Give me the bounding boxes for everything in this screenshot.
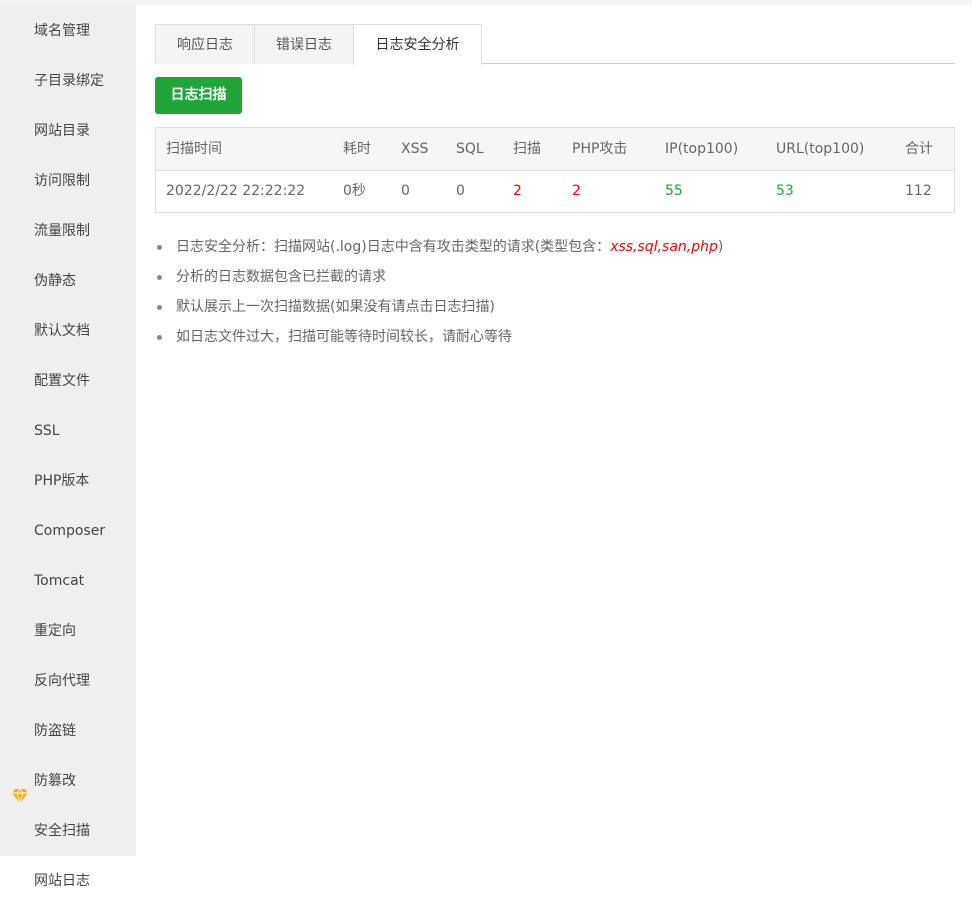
- sidebar-item-label: 网站目录: [34, 123, 90, 139]
- sidebar-item-label: 伪静态: [34, 273, 76, 289]
- scan-results-table: 扫描时间 耗时 XSS SQL 扫描 PHP攻击 IP(top100) URL(…: [155, 127, 955, 213]
- log-scan-button[interactable]: 日志扫描: [155, 77, 242, 114]
- header-xss: XSS: [401, 141, 429, 157]
- bullet-icon: [157, 275, 162, 280]
- sidebar-item-redirect[interactable]: 重定向: [0, 606, 136, 656]
- cell-url-top100[interactable]: 53: [776, 171, 794, 212]
- sidebar-item-traffic-limit[interactable]: 流量限制: [0, 206, 136, 256]
- table-row: 2022/2/22 22:22:22 0秒 0 0 2 2 55 53 112: [156, 171, 954, 212]
- header-scan-time: 扫描时间: [166, 141, 222, 157]
- cell-sql: 0: [456, 183, 465, 199]
- top-border: [0, 0, 972, 5]
- sidebar-item-config-file[interactable]: 配置文件: [0, 356, 136, 406]
- sidebar-item-label: Tomcat: [34, 573, 85, 589]
- header-sql: SQL: [456, 141, 484, 157]
- sidebar-item-label: 重定向: [34, 623, 76, 639]
- note-item: 默认展示上一次扫描数据(如果没有请点击日志扫描): [155, 292, 955, 322]
- sidebar-item-label: 反向代理: [34, 673, 90, 689]
- sidebar-item-rewrite[interactable]: 伪静态: [0, 256, 136, 306]
- sidebar-item-label: 域名管理: [34, 23, 90, 39]
- cell-total: 112: [905, 183, 932, 199]
- cell-scan[interactable]: 2: [513, 171, 522, 212]
- sidebar-item-label: PHP版本: [34, 473, 90, 489]
- bullet-icon: [157, 335, 162, 340]
- help-notes: 日志安全分析：扫描网站(.log)日志中含有攻击类型的请求(类型包含：xss,s…: [155, 232, 955, 352]
- sidebar-item-label: Composer: [34, 523, 106, 539]
- note-item: 如日志文件过大，扫描可能等待时间较长，请耐心等待: [155, 322, 955, 352]
- sidebar-item-php-version[interactable]: PHP版本: [0, 456, 136, 506]
- note-text-end: ): [717, 239, 724, 255]
- cell-duration: 0秒: [343, 183, 366, 199]
- header-url-top100: URL(top100): [776, 141, 865, 157]
- sidebar-item-label: 防篡改: [34, 773, 76, 789]
- table-header: 扫描时间 耗时 XSS SQL 扫描 PHP攻击 IP(top100) URL(…: [156, 128, 954, 171]
- header-duration: 耗时: [343, 141, 371, 157]
- tab-response-log[interactable]: 响应日志: [155, 24, 255, 64]
- cell-xss: 0: [401, 183, 410, 199]
- sidebar-item-default-doc[interactable]: 默认文档: [0, 306, 136, 356]
- note-item: 分析的日志数据包含已拦截的请求: [155, 262, 955, 292]
- note-text: 默认展示上一次扫描数据(如果没有请点击日志扫描): [176, 299, 495, 315]
- sidebar-item-label: SSL: [34, 423, 60, 439]
- log-tabs: 响应日志 错误日志 日志安全分析: [155, 24, 955, 65]
- header-total: 合计: [905, 141, 933, 157]
- sidebar-item-ssl[interactable]: SSL: [0, 406, 136, 456]
- tab-label: 响应日志: [177, 37, 233, 53]
- tab-log-security-analysis[interactable]: 日志安全分析: [353, 24, 482, 65]
- note-text: 如日志文件过大，扫描可能等待时间较长，请耐心等待: [176, 329, 512, 345]
- sidebar-item-reverse-proxy[interactable]: 反向代理: [0, 656, 136, 706]
- gem-icon: [12, 774, 28, 805]
- tab-label: 错误日志: [276, 37, 332, 53]
- sidebar-item-tamper-proof[interactable]: 防篡改: [0, 756, 136, 806]
- sidebar-item-subdir-binding[interactable]: 子目录绑定: [0, 56, 136, 106]
- sidebar-item-label: 安全扫描: [34, 823, 90, 839]
- note-types: xss,sql,san,php: [610, 239, 718, 255]
- sidebar: 域名管理 子目录绑定 网站目录 访问限制 流量限制 伪静态 默认文档 配置文件 …: [0, 5, 136, 906]
- sidebar-item-hotlink-protection[interactable]: 防盗链: [0, 706, 136, 756]
- sidebar-item-domain[interactable]: 域名管理: [0, 6, 136, 56]
- cell-scan-time: 2022/2/22 22:22:22: [166, 183, 306, 199]
- header-php-attack: PHP攻击: [572, 141, 628, 157]
- bullet-icon: [157, 245, 162, 250]
- tab-error-log[interactable]: 错误日志: [254, 24, 354, 64]
- sidebar-item-label: 网站日志: [34, 873, 90, 889]
- cell-php-attack[interactable]: 2: [572, 171, 581, 212]
- sidebar-item-label: 防盗链: [34, 723, 76, 739]
- sidebar-item-label: 子目录绑定: [34, 73, 104, 89]
- sidebar-item-security-scan[interactable]: 安全扫描: [0, 806, 136, 856]
- bullet-icon: [157, 305, 162, 310]
- header-ip-top100: IP(top100): [665, 141, 739, 157]
- sidebar-item-label: 配置文件: [34, 373, 90, 389]
- sidebar-item-label: 访问限制: [34, 173, 90, 189]
- sidebar-item-site-directory[interactable]: 网站目录: [0, 106, 136, 156]
- note-text: 日志安全分析：扫描网站(.log)日志中含有攻击类型的请求(类型包含：: [176, 239, 611, 255]
- note-item: 日志安全分析：扫描网站(.log)日志中含有攻击类型的请求(类型包含：xss,s…: [155, 232, 955, 262]
- tab-label: 日志安全分析: [375, 37, 460, 53]
- sidebar-item-composer[interactable]: Composer: [0, 506, 136, 556]
- sidebar-item-site-log[interactable]: 网站日志: [0, 856, 136, 906]
- cell-ip-top100[interactable]: 55: [665, 171, 683, 212]
- header-scan: 扫描: [513, 141, 541, 157]
- note-text: 分析的日志数据包含已拦截的请求: [176, 269, 386, 285]
- sidebar-item-access-limit[interactable]: 访问限制: [0, 156, 136, 206]
- sidebar-item-tomcat[interactable]: Tomcat: [0, 556, 136, 606]
- sidebar-item-label: 流量限制: [34, 223, 90, 239]
- sidebar-item-label: 默认文档: [34, 323, 90, 339]
